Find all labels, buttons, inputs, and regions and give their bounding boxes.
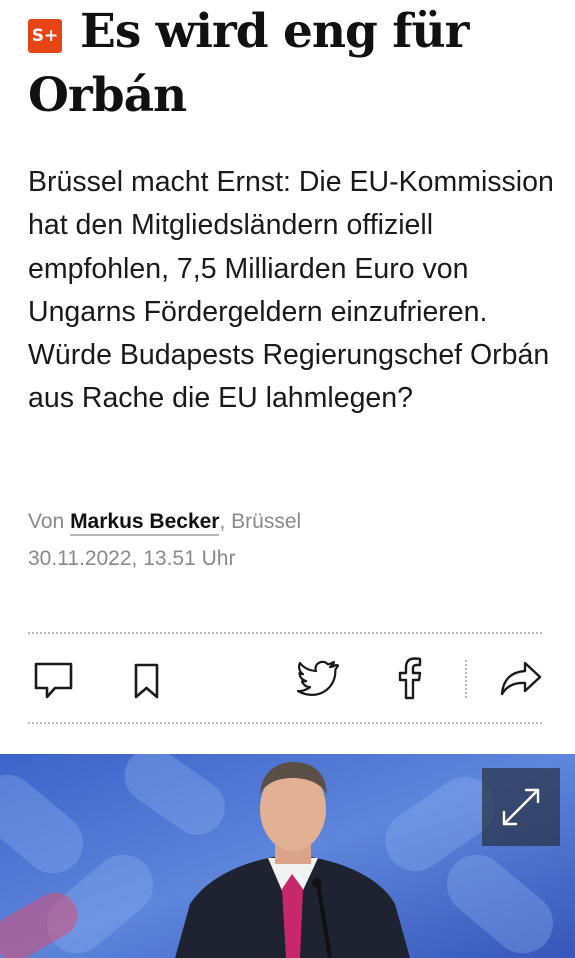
splus-badge: S+ xyxy=(28,19,62,53)
divider-bottom xyxy=(28,722,542,724)
expand-image-button[interactable] xyxy=(482,768,560,846)
divider-top xyxy=(28,632,542,634)
author-link[interactable]: Markus Becker xyxy=(70,510,220,536)
comment-icon[interactable] xyxy=(33,660,75,700)
twitter-icon[interactable] xyxy=(297,660,339,696)
byline-prefix: Von xyxy=(28,510,65,533)
headline-text: Es wird eng für Orbán xyxy=(28,4,469,123)
share-separator xyxy=(465,660,467,698)
expand-icon xyxy=(502,788,540,826)
article-headline: S+ Es wird eng für Orbán xyxy=(28,0,558,128)
byline: Von Markus Becker, Brüssel xyxy=(28,505,301,539)
publish-date: 30.11.2022, 13.51 Uhr xyxy=(28,547,236,570)
share-icon[interactable] xyxy=(499,660,543,696)
bookmark-icon[interactable] xyxy=(133,662,161,700)
facebook-icon[interactable] xyxy=(396,656,424,700)
byline-location: , Brüssel xyxy=(219,510,302,533)
article-teaser: Brüssel macht Ernst: Die EU-Kommission h… xyxy=(28,166,554,415)
